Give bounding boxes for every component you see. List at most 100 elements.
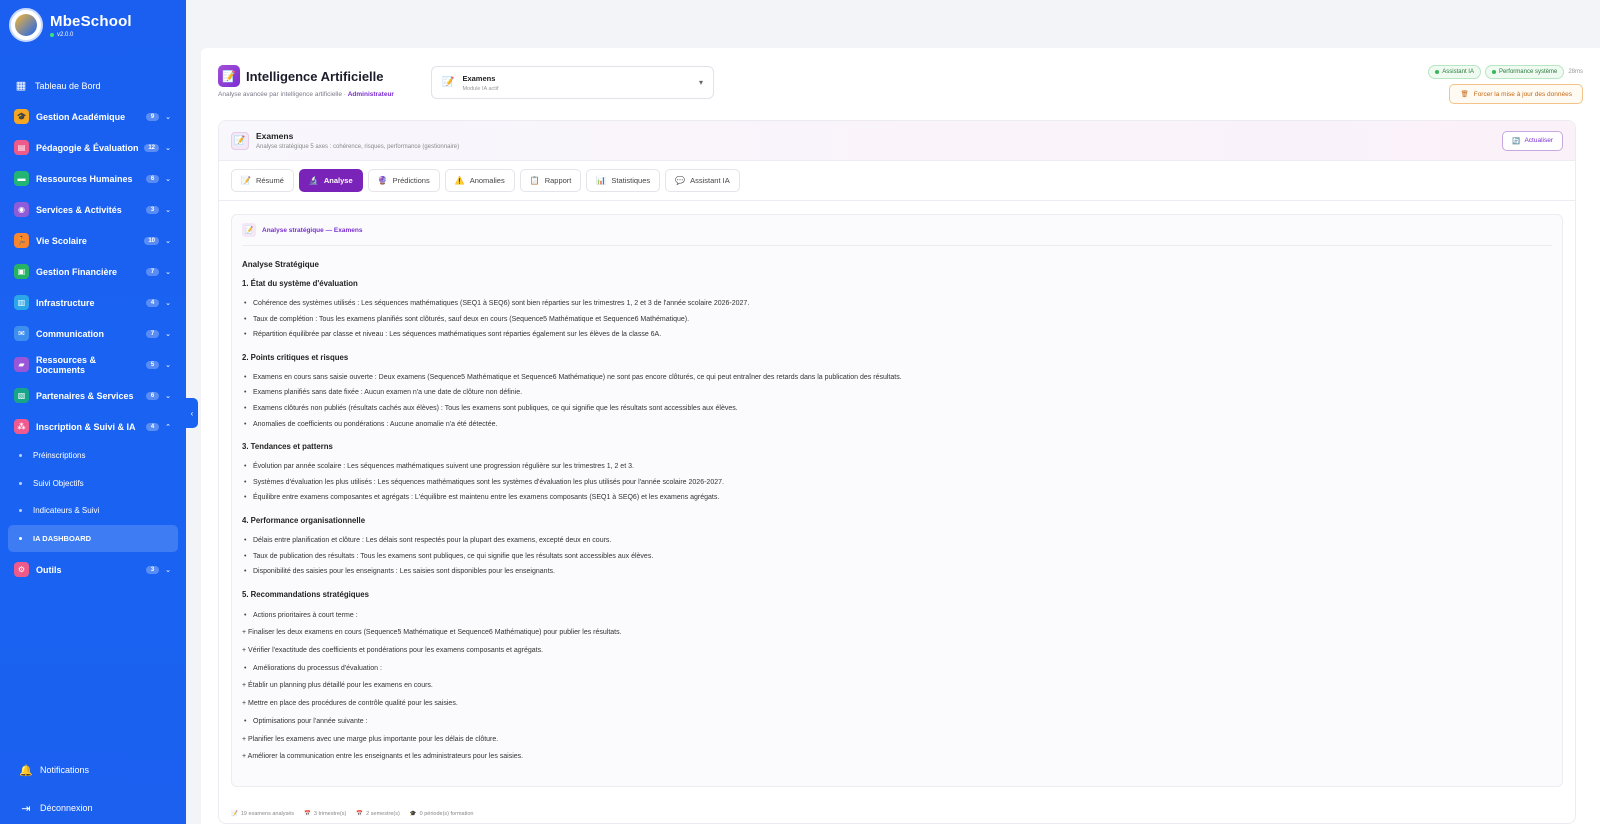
module-select-sub: Module IA actif — [462, 85, 499, 92]
tab-analyse[interactable]: 🔬 Analyse — [298, 169, 363, 192]
force-update-button[interactable]: 🗑 Forcer la mise à jour des données — [1449, 84, 1583, 104]
sidebar-item-label: Inscription & Suivi & IA — [36, 421, 136, 432]
list-item: Équilibre entre examens composantes et a… — [242, 490, 1552, 506]
chevron-down-icon: ⌄ — [165, 113, 171, 121]
sidebar-item-label: Gestion Financière — [36, 266, 118, 277]
performance-status-badge: Performance système — [1484, 65, 1565, 79]
sidebar-item-rh[interactable]: ▬ Ressources Humaines 6 ⌄ — [0, 163, 186, 194]
tab-rapport[interactable]: 📋 Rapport — [519, 169, 582, 192]
refresh-button[interactable]: 🔄 Actualiser — [1502, 130, 1563, 151]
sidebar-item-outils[interactable]: ⚙ Outils 3 ⌄ — [0, 554, 186, 585]
online-dot-icon — [50, 32, 54, 37]
document-icon: 📝 — [231, 811, 238, 817]
sidebar-subitem-label: IA DASHBOARD — [33, 533, 92, 543]
main-content: 📝 Intelligence Artificielle Analyse avan… — [201, 48, 1600, 824]
memo-icon: 📝 — [241, 176, 251, 185]
analysis-title: Analyse Stratégique — [242, 260, 319, 269]
chevron-left-icon: ‹ — [190, 408, 194, 418]
graduation-icon: 🎓 — [409, 811, 417, 817]
mail-icon: ✉ — [14, 326, 29, 341]
refresh-icon: 🔄 — [1512, 137, 1521, 145]
sidebar-item-label: Services & Activités — [36, 204, 122, 215]
logout-button[interactable]: ⇥ Déconnexion — [0, 798, 186, 818]
sidebar-item-services[interactable]: ◉ Services & Activités 3 ⌄ — [0, 194, 186, 225]
count-badge: 6 — [146, 391, 159, 400]
sidebar-subitem-label: Indicateurs & Suivi — [33, 506, 100, 516]
analysis-content: 📝 Analyse stratégique — Examens Analyse … — [231, 214, 1563, 787]
trash-icon: 🗑 — [1460, 91, 1469, 98]
bar-chart-icon: 📊 — [596, 176, 607, 185]
list-item: Anomalies de coefficients ou pondération… — [242, 417, 1552, 433]
panel-title: Examens — [256, 131, 294, 141]
sidebar-item-finance[interactable]: ▣ Gestion Financière 7 ⌄ — [0, 256, 186, 287]
notifications-button[interactable]: 🔔 Notifications — [0, 760, 186, 780]
count-badge: 4 — [146, 298, 159, 307]
sidebar-subitem-suivi-objectifs[interactable]: Suivi Objectifs — [0, 470, 186, 498]
list-item: Délais entre planification et clôture : … — [242, 533, 1552, 549]
sidebar-item-pedagogie[interactable]: ▤ Pédagogie & Évaluation 12 ⌄ — [0, 132, 186, 163]
count-badge: 10 — [144, 236, 159, 245]
calendar-icon: 📅 — [356, 811, 364, 817]
bullet-icon — [19, 509, 22, 513]
section-heading: 3. Tendances et patterns — [242, 442, 333, 452]
section-heading: 2. Points critiques et risques — [242, 352, 349, 362]
list-item: Examens planifiés sans date fixée : Aucu… — [242, 385, 1552, 401]
sidebar-subitem-ia-dashboard[interactable]: IA DASHBOARD — [8, 524, 178, 552]
handshake-icon: ▧ — [14, 388, 29, 403]
status-dot-icon — [1435, 70, 1440, 74]
building-icon: ▥ — [14, 295, 29, 310]
sidebar-nav: ▦ Tableau de Bord 🎓 Gestion Académique 9… — [0, 70, 186, 585]
logout-icon: ⇥ — [21, 802, 31, 815]
clipboard-icon: 📋 — [529, 176, 540, 185]
sidebar-subitem-indicateurs[interactable]: Indicateurs & Suivi — [0, 497, 186, 525]
list-item: Optimisations pour l'année suivante : — [242, 713, 1552, 731]
recommendation-line: + Mettre en place des procédures de cont… — [242, 700, 458, 708]
folder-icon: ▰ — [14, 357, 29, 372]
tab-bar: 📝 Résumé 🔬 Analyse 🔮 Prédictions ⚠️ Anomalie… — [219, 161, 1575, 201]
module-select[interactable]: 📝 Examens Module IA actif ▾ — [431, 66, 714, 99]
sidebar-item-gestion-academique[interactable]: 🎓 Gestion Académique 9 ⌄ — [0, 101, 186, 132]
activity-icon: ◉ — [14, 202, 29, 217]
sidebar-item-infrastructure[interactable]: ▥ Infrastructure 4 ⌄ — [0, 287, 186, 318]
speech-bubble-icon: 💬 — [675, 176, 686, 185]
recommendation-line: + Planifier les examens avec une marge p… — [242, 735, 499, 743]
recommendation-line: + Améliorer la communication entre les e… — [242, 753, 524, 761]
crystal-ball-icon: 🔮 — [377, 176, 388, 185]
list-item: Actions prioritaires à court terme : — [242, 607, 1552, 625]
sidebar-item-communication[interactable]: ✉ Communication 7 ⌄ — [0, 318, 186, 349]
sidebar-item-dashboard[interactable]: ▦ Tableau de Bord — [0, 70, 186, 101]
sidebar-item-inscription-ia[interactable]: ⁂ Inscription & Suivi & IA 4 ⌃ — [0, 411, 186, 442]
analysis-document: Analyse Stratégique 1. État du système d… — [242, 246, 1552, 766]
count-badge: 5 — [146, 360, 159, 369]
sidebar-collapse-button[interactable]: ‹ — [186, 398, 198, 428]
tab-resume[interactable]: 📝 Résumé — [231, 169, 294, 192]
ai-module-icon: 📝 — [218, 65, 240, 87]
status-row: Assistant IA Performance système 28ms — [1428, 65, 1583, 79]
list-item: Cohérence des systèmes utilisés : Les sé… — [242, 296, 1552, 312]
sidebar-item-partenaires[interactable]: ▧ Partenaires & Services 6 ⌄ — [0, 380, 186, 411]
chevron-down-icon: ⌄ — [165, 392, 171, 400]
panel-subtitle: Analyse stratégique 5 axes : cohérence, … — [256, 144, 460, 150]
analysis-header: Analyse stratégique — Examens — [262, 226, 363, 234]
sidebar-item-ressources[interactable]: ▰ Ressources & Documents 5 ⌄ — [0, 349, 186, 380]
chevron-down-icon: ⌄ — [165, 299, 171, 307]
list-item: Répartition équilibrée par classe et niv… — [242, 327, 1552, 343]
list-item: Taux de publication des résultats : Tous… — [242, 549, 1552, 565]
chevron-down-icon: ⌄ — [165, 144, 171, 152]
sidebar-item-label: Tableau de Bord — [35, 80, 101, 91]
sidebar-item-label: Ressources & Documents — [36, 354, 97, 375]
list-item: Examens clôturés non publiés (résultats … — [242, 401, 1552, 417]
chevron-down-icon: ⌄ — [165, 566, 171, 574]
count-badge: 4 — [146, 422, 159, 431]
tab-predictions[interactable]: 🔮 Prédictions — [367, 169, 440, 192]
list-item: Systèmes d'évaluation les plus utilisés … — [242, 475, 1552, 491]
tab-anomalies[interactable]: ⚠️ Anomalies — [444, 169, 515, 192]
sidebar-subitem-preinscriptions[interactable]: Préinscriptions — [0, 442, 186, 470]
period-stat: 🎓 0 période(s) formation — [409, 811, 474, 817]
sidebar-item-vie-scolaire[interactable]: 🏃 Vie Scolaire 10 ⌄ — [0, 225, 186, 256]
tab-statistiques[interactable]: 📊 Statistiques — [586, 169, 661, 192]
brand[interactable]: MbeSchool v2.0.0 — [9, 8, 132, 42]
tab-assistant-ia[interactable]: 💬 Assistant IA — [665, 169, 740, 192]
chevron-down-icon: ⌄ — [165, 237, 171, 245]
sidebar-subitem-label: Suivi Objectifs — [33, 478, 84, 488]
